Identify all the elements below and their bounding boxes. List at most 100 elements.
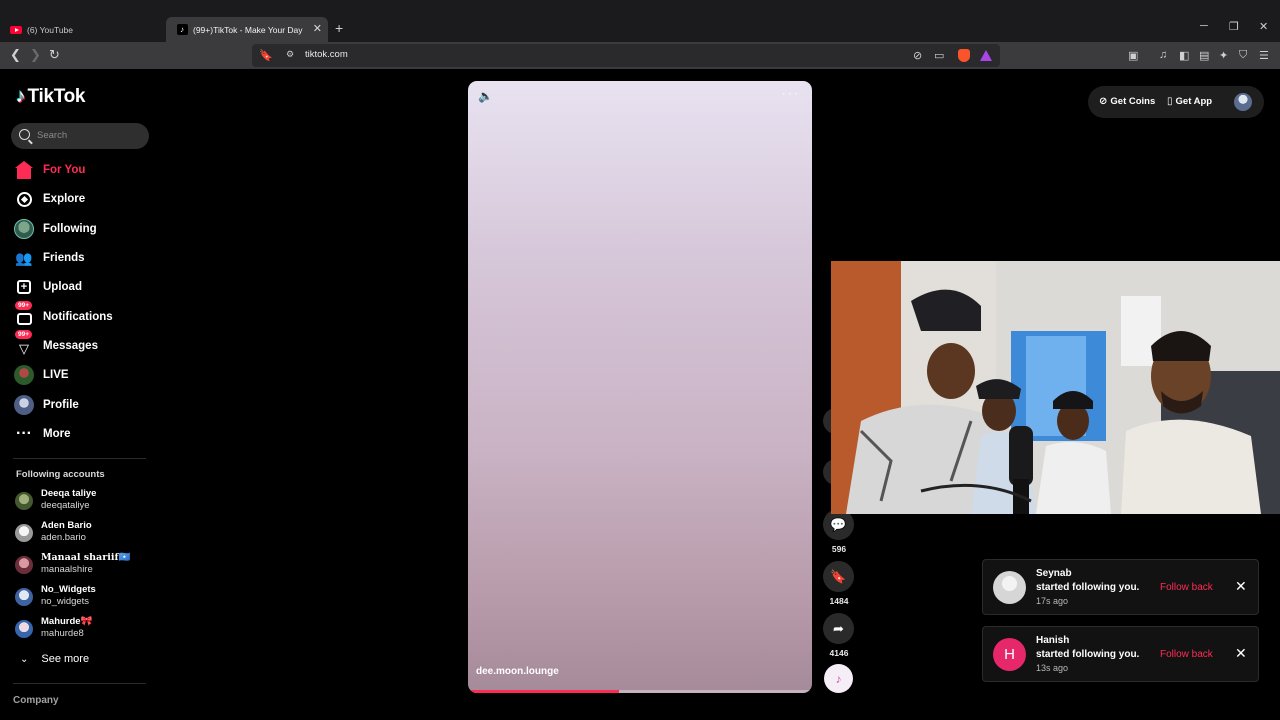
follow-notification: H Hanish started following you. 13s ago … <box>982 626 1259 682</box>
notification-name: Seynab <box>1036 568 1072 579</box>
company-link[interactable]: Company <box>13 695 59 706</box>
close-window-button[interactable]: ✕ <box>1259 20 1268 33</box>
nav-friends[interactable]: 👥 Friends <box>13 246 153 270</box>
volume-icon[interactable]: 🔈 <box>478 89 493 103</box>
video-more-icon[interactable]: ··· <box>781 85 800 103</box>
new-tab-button[interactable]: + <box>335 20 343 36</box>
back-icon[interactable]: ❮ <box>10 47 21 63</box>
divider <box>13 683 146 684</box>
notification-avatar: H <box>993 638 1026 671</box>
restore-window-button[interactable]: ❐ <box>1229 20 1239 33</box>
nav-live[interactable]: LIVE <box>13 363 153 387</box>
nav-explore[interactable]: Explore <box>13 187 153 211</box>
nav-messages[interactable]: ▽ 99+ Messages <box>13 330 153 358</box>
tab-tiktok[interactable]: ♪ (99+)TikTok - Make Your Day ✕ <box>166 17 328 42</box>
notification-message: started following you. <box>1036 582 1140 593</box>
close-tab-icon[interactable]: ✕ <box>313 22 322 35</box>
account-avatar <box>15 588 33 606</box>
tab-youtube[interactable]: (6) YouTube <box>0 17 165 42</box>
following-account[interactable]: No_Widgets no_widgets <box>15 584 155 612</box>
share-icon: ➦ <box>833 620 844 636</box>
close-icon[interactable]: ✕ <box>1235 645 1247 662</box>
account-avatar <box>15 556 33 574</box>
notification-time: 17s ago <box>1036 596 1069 606</box>
follow-back-button[interactable]: Follow back <box>1160 582 1213 593</box>
tiktok-logo[interactable]: ♪ TikTok <box>16 86 85 108</box>
see-more-button[interactable]: ⌄ See more <box>20 653 89 665</box>
divider <box>13 458 146 459</box>
following-account[interactable]: Mahurde🎀 mahurde8 <box>15 616 155 644</box>
messages-icon: ▽ 99+ <box>13 330 35 357</box>
tab-search-icon[interactable]: ▣ <box>1128 49 1138 62</box>
save-button[interactable]: 🔖 <box>823 561 854 592</box>
phone-icon: ▯ <box>1167 96 1173 107</box>
bookmark-icon[interactable]: 🔖 <box>259 49 273 62</box>
upload-icon: + <box>13 276 35 298</box>
sidebar-icon[interactable]: ◧ <box>1179 49 1189 62</box>
leo-ai-icon[interactable]: ✦ <box>1219 49 1228 62</box>
brave-shields-icon[interactable] <box>958 49 970 62</box>
nav-upload[interactable]: + Upload <box>13 275 153 299</box>
notification-name: Hanish <box>1036 635 1070 646</box>
notification-time: 13s ago <box>1036 663 1069 673</box>
video-author[interactable]: dee.moon.lounge <box>476 666 559 677</box>
cast-icon[interactable]: ▭ <box>934 49 944 62</box>
tiktok-note-icon: ♪ <box>16 86 26 107</box>
minimize-window-button[interactable]: ─ <box>1200 20 1208 32</box>
bookmark-icon: 🔖 <box>830 568 847 584</box>
wallet-icon[interactable]: ▤ <box>1199 49 1209 62</box>
brave-rewards-icon[interactable] <box>980 50 992 61</box>
video-progress-fill <box>468 690 620 693</box>
nav-following[interactable]: Following <box>13 217 153 241</box>
address-bar[interactable] <box>252 44 1000 67</box>
save-count: 1484 <box>829 596 849 606</box>
forward-icon[interactable]: ❯ <box>30 47 41 63</box>
user-avatar[interactable] <box>1234 93 1252 111</box>
close-icon[interactable]: ✕ <box>1235 578 1247 595</box>
live-icon <box>13 364 35 386</box>
chevron-down-icon: ⌄ <box>20 653 29 665</box>
search-icon <box>19 129 30 140</box>
following-accounts-title: Following accounts <box>16 469 105 480</box>
tiktok-favicon-icon: ♪ <box>176 24 188 36</box>
music-disc-icon[interactable]: ♪ <box>824 664 853 693</box>
compass-icon <box>13 188 35 210</box>
url-text[interactable]: tiktok.com <box>305 49 348 60</box>
browser-tab-strip: (6) YouTube ♪ (99+)TikTok - Make Your Da… <box>0 0 1280 42</box>
more-icon: ··· <box>16 425 32 442</box>
account-avatar <box>15 620 33 638</box>
vpn-icon[interactable]: ⛉ <box>1239 49 1247 62</box>
share-button[interactable]: ➦ <box>823 613 854 644</box>
video-player[interactable]: 🔈 ··· dee.moon.lounge <box>468 81 812 693</box>
account-avatar <box>15 492 33 510</box>
tab-title: (99+)TikTok - Make Your Day <box>193 24 303 35</box>
profile-avatar-icon <box>13 394 35 416</box>
friends-icon: 👥 <box>15 249 33 266</box>
nav-for-you[interactable]: For You <box>13 158 153 182</box>
follow-notification: Seynab started following you. 17s ago Fo… <box>982 559 1259 615</box>
following-account[interactable]: Manaal shariif🇸🇴 manaalshire <box>15 552 155 580</box>
following-account[interactable]: Aden Bario aden.bario <box>15 520 155 548</box>
nav-more[interactable]: ··· More <box>13 422 153 446</box>
reader-mode-icon[interactable]: ⊘ <box>913 49 922 62</box>
menu-icon[interactable]: ☰ <box>1259 49 1269 62</box>
media-icon[interactable]: ♫ <box>1159 49 1167 61</box>
tab-title: (6) YouTube <box>27 24 73 35</box>
follow-back-button[interactable]: Follow back <box>1160 649 1213 660</box>
site-info-icon[interactable]: ⚙ <box>286 49 294 60</box>
following-account[interactable]: Deeqa taliye deeqataliye <box>15 488 155 516</box>
nav-notifications[interactable]: 99+ Notifications <box>13 301 153 329</box>
share-count: 4146 <box>829 648 849 658</box>
coin-icon: ⊘ <box>1099 96 1108 107</box>
reload-icon[interactable]: ↻ <box>49 47 60 63</box>
following-avatar-icon <box>13 218 35 240</box>
notification-badge: 99+ <box>15 301 33 310</box>
get-app-button[interactable]: ▯ Get App <box>1167 96 1212 107</box>
comment-icon: 💬 <box>830 516 847 532</box>
browser-toolbar: ❮ ❯ ↻ <box>0 42 1280 69</box>
nav-profile[interactable]: Profile <box>13 393 153 417</box>
notification-avatar <box>993 571 1026 604</box>
search-input[interactable]: Search <box>11 123 149 149</box>
get-coins-button[interactable]: ⊘ Get Coins <box>1099 96 1155 107</box>
webcam-overlay-image <box>831 261 1280 514</box>
